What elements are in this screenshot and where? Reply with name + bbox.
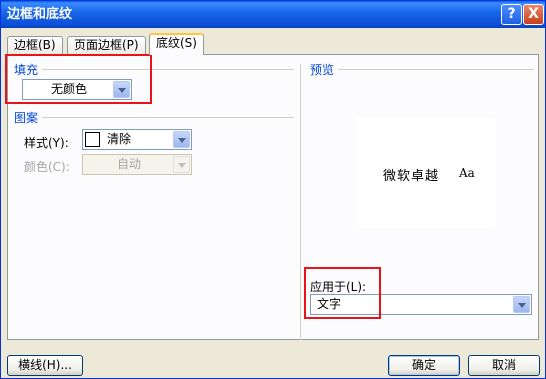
preview-group-rule bbox=[338, 69, 534, 70]
chevron-down-icon[interactable] bbox=[173, 131, 190, 148]
tab-page-border[interactable]: 页面边框(P) bbox=[67, 36, 146, 55]
tab-shading[interactable]: 底纹(S) bbox=[149, 33, 204, 55]
apply-to-highlight-box bbox=[304, 267, 381, 319]
preview-sample-text: 微软卓越 bbox=[383, 169, 440, 184]
chevron-down-icon bbox=[173, 156, 190, 173]
pattern-swatch bbox=[85, 132, 100, 147]
cancel-button[interactable]: 取消 bbox=[468, 355, 540, 376]
horizontal-line-button[interactable]: 横线(H)... bbox=[7, 355, 83, 376]
window-title: 边框和底纹 bbox=[7, 7, 73, 22]
tab-borders[interactable]: 边框(B) bbox=[7, 36, 63, 55]
pattern-color-dropdown[interactable]: 自动 bbox=[82, 154, 192, 175]
pattern-group-divider bbox=[42, 117, 294, 118]
chevron-down-icon[interactable] bbox=[513, 296, 530, 313]
pattern-style-dropdown[interactable]: 清除 bbox=[82, 129, 192, 150]
help-button[interactable]: ? bbox=[501, 4, 522, 25]
pattern-color-value: 自动 bbox=[117, 157, 142, 171]
preview-group-label: 预览 bbox=[310, 63, 335, 77]
title-bar: 边框和底纹 bbox=[1, 1, 545, 28]
pattern-color-label: 颜色(C): bbox=[24, 160, 70, 174]
ok-button[interactable]: 确定 bbox=[388, 355, 460, 376]
pattern-style-value: 清除 bbox=[107, 132, 132, 146]
preview-divider bbox=[300, 64, 301, 340]
pattern-style-label: 样式(Y): bbox=[24, 136, 69, 150]
pattern-group-label: 图案 bbox=[14, 111, 39, 125]
fill-highlight-box bbox=[5, 54, 152, 104]
preview-sample-latin: Aa bbox=[459, 166, 475, 180]
borders-and-shading-dialog: 边框和底纹 ? X 边框(B) 页面边框(P) 底纹(S) 填充 无颜色 图案 … bbox=[0, 0, 546, 379]
close-button[interactable]: X bbox=[523, 4, 544, 25]
